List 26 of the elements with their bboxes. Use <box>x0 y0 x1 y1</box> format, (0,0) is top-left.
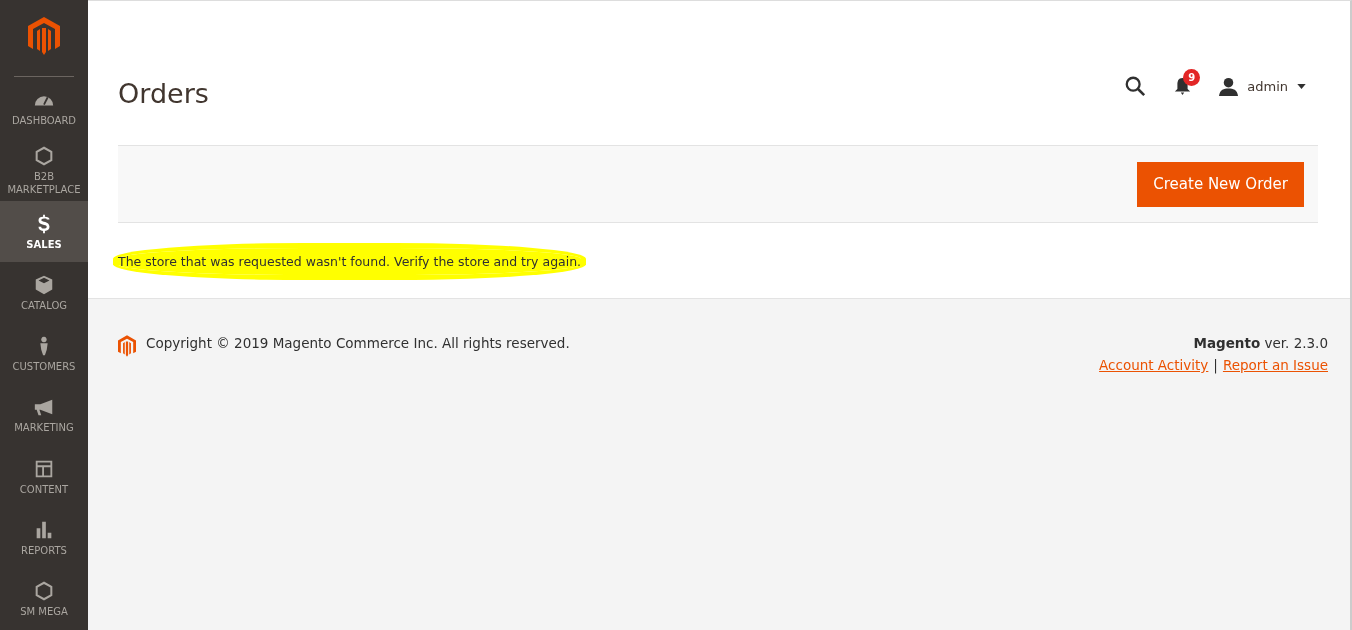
nav-item[interactable]: SALES <box>0 200 88 263</box>
account-activity-link[interactable]: Account Activity <box>1099 357 1209 373</box>
nav-item[interactable]: MARKETING <box>0 384 88 447</box>
hexagon-icon <box>33 144 55 167</box>
search-icon[interactable] <box>1124 75 1147 97</box>
notification-badge: 9 <box>1183 68 1201 86</box>
hexagon-icon <box>33 580 55 603</box>
user-menu[interactable]: admin <box>1219 76 1306 96</box>
nav-item[interactable]: B2B MARKETPLACE <box>0 139 88 201</box>
logo-icon[interactable] <box>28 17 60 55</box>
logo-icon <box>118 335 136 357</box>
nav-item[interactable]: SM MEGA <box>0 568 88 630</box>
caret-icon <box>1297 83 1306 89</box>
create-order-button[interactable]: Create New Order <box>1137 161 1304 207</box>
box-icon <box>33 273 55 296</box>
report-issue-link[interactable]: Report an Issue <box>1222 357 1328 373</box>
version-text: Magento ver. 2.3.0 <box>1193 335 1328 351</box>
nav-item[interactable]: CATALOG <box>0 262 88 324</box>
page-title: Orders <box>118 77 209 109</box>
nav-item[interactable]: REPORTS <box>0 507 88 569</box>
copyright-text: Copyright © 2019 Magento Commerce Inc. All rights reserved. <box>146 335 570 351</box>
nav-item[interactable]: DASHBOARD <box>0 77 88 140</box>
nav-item[interactable]: CUSTOMERS <box>0 323 88 385</box>
link-separator: | <box>1213 357 1218 373</box>
nav-item[interactable]: CONTENT <box>0 446 88 508</box>
user-icon <box>1219 76 1239 96</box>
